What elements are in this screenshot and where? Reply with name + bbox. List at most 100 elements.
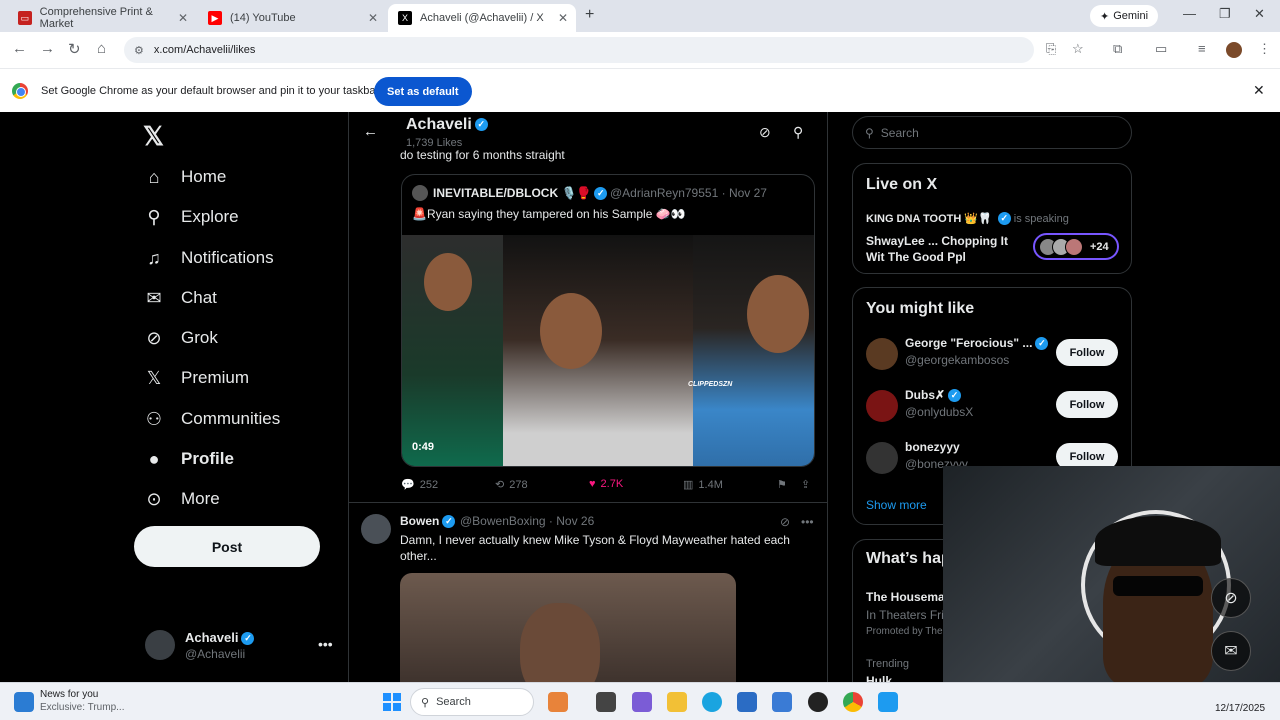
account-name[interactable]: Achaveli ✓ <box>185 630 255 646</box>
tweet-image[interactable] <box>400 573 736 682</box>
sidebar-item-more[interactable]: ⊙ More <box>143 479 219 519</box>
avatar[interactable] <box>361 514 391 544</box>
grok-icon: ⊘ <box>146 327 162 348</box>
grok-icon[interactable]: ⊘ <box>1211 578 1251 618</box>
reload-icon[interactable]: ↻ <box>68 40 81 58</box>
back-arrow-icon[interactable]: ← <box>363 123 378 140</box>
live-space-title[interactable]: ShwayLee ... Chopping It Wit The Good Pp… <box>866 233 1026 265</box>
suggestion-item[interactable]: Dubs✗ ✓ @onlydubsX Follow <box>866 388 1120 428</box>
more-icon[interactable]: ••• <box>801 515 814 529</box>
sidebar-item-notifications[interactable]: ♫ Notifications <box>143 238 273 278</box>
new-tab-button[interactable]: + <box>585 6 594 24</box>
suggestion-name[interactable]: bonezyyy <box>905 440 960 454</box>
bookmark-icon[interactable]: ⚑ <box>777 478 787 491</box>
close-icon[interactable]: ✕ <box>368 11 378 25</box>
streamer-glasses <box>1113 576 1203 596</box>
close-icon[interactable]: ✕ <box>1253 82 1265 99</box>
taskbar-search-label: Search <box>436 696 471 708</box>
outlook-icon[interactable] <box>772 692 792 712</box>
views-button[interactable]: ▥ 1.4M <box>683 478 723 492</box>
trend-title[interactable]: Hulk <box>866 674 892 682</box>
minimize-icon[interactable]: — <box>1183 6 1196 21</box>
x-logo-icon[interactable]: 𝕏 <box>143 121 164 152</box>
home-icon[interactable]: ⌂ <box>97 40 106 57</box>
sidebar-item-explore[interactable]: ⚲ Explore <box>143 197 238 237</box>
like-button[interactable]: ♥ 2.7K <box>589 478 623 490</box>
forward-arrow-icon[interactable]: → <box>40 40 55 57</box>
search-icon[interactable]: ⚲ <box>793 124 803 141</box>
close-icon[interactable]: ✕ <box>558 11 568 25</box>
address-bar[interactable]: ⚙ x.com/Achavelii/likes <box>124 37 1034 63</box>
show-more-link[interactable]: Show more <box>866 498 927 512</box>
grok-icon[interactable]: ⊘ <box>780 515 790 529</box>
app-icon[interactable] <box>878 692 898 712</box>
sidebar-item-chat[interactable]: ✉ Chat <box>143 278 217 318</box>
tab-x-profile[interactable]: X Achaveli (@Achavelii) / X ✕ <box>388 4 576 32</box>
sidebar-icon[interactable]: ▭ <box>1155 41 1167 57</box>
avatar[interactable] <box>866 442 898 474</box>
maximize-icon[interactable]: ❐ <box>1219 6 1231 22</box>
quote-author-name[interactable]: INEVITABLE/DBLOCK 🎙️🥊 ✓ <box>433 186 608 201</box>
news-title[interactable]: News for you <box>40 689 98 700</box>
sidebar-item-premium[interactable]: 𝕏 Premium <box>143 358 249 398</box>
gemini-button[interactable]: ✦ Gemini <box>1090 5 1159 27</box>
copilot-icon[interactable] <box>632 692 652 712</box>
quoted-tweet[interactable]: INEVITABLE/DBLOCK 🎙️🥊 ✓ @AdrianReyn79551 … <box>401 174 815 467</box>
avatar[interactable] <box>145 630 175 660</box>
sidebar-item-label: Chat <box>181 288 217 307</box>
suggestion-item[interactable]: George "Ferocious" ... ✓ @georgekambosos … <box>866 336 1120 376</box>
tweet-text: Damn, I never actually knew Mike Tyson &… <box>400 533 790 563</box>
task-view-icon[interactable] <box>596 692 616 712</box>
edge-icon[interactable] <box>702 692 722 712</box>
tab-print-market[interactable]: ▭ Comprehensive Print & Market ✕ <box>8 4 196 32</box>
video-player[interactable]: CLIPPEDSZN 0:49 <box>402 235 814 466</box>
account-handle: @Achavelii <box>185 647 246 661</box>
set-default-button[interactable]: Set as default <box>374 77 472 106</box>
trend-title[interactable]: The Housemaid <box>866 590 955 604</box>
more-icon[interactable]: ••• <box>318 636 333 652</box>
site-info-icon[interactable]: ⚙ <box>134 44 144 57</box>
window-close-icon[interactable]: ✕ <box>1254 6 1265 22</box>
windows-start-icon[interactable] <box>383 693 401 711</box>
back-arrow-icon[interactable]: ← <box>12 40 27 57</box>
avatar[interactable] <box>866 338 898 370</box>
live-listeners[interactable]: +24 <box>1033 233 1119 260</box>
suggestion-name[interactable]: George "Ferocious" ... ✓ <box>905 336 1049 351</box>
sidebar-item-home[interactable]: ⌂ Home <box>143 157 227 197</box>
news-icon[interactable] <box>14 692 34 712</box>
app-icon[interactable] <box>808 692 828 712</box>
tab-youtube[interactable]: ▶ (14) YouTube ✕ <box>198 4 386 32</box>
chrome-icon[interactable] <box>843 692 863 712</box>
tweet-author-name[interactable]: Bowen ✓ <box>400 514 456 529</box>
listener-count: +24 <box>1090 240 1109 253</box>
taskbar-search[interactable]: ⚲ Search <box>410 688 534 716</box>
sidebar-item-communities[interactable]: ⚇ Communities <box>143 399 280 439</box>
share-icon[interactable]: ⇪ <box>801 478 810 491</box>
extensions-icon[interactable]: ⧉ <box>1113 41 1122 57</box>
post-button[interactable]: Post <box>134 526 320 567</box>
profile-avatar[interactable] <box>1226 42 1242 58</box>
bookmark-star-icon[interactable]: ☆ <box>1072 41 1084 57</box>
search-input[interactable]: ⚲ Search <box>852 116 1132 149</box>
media-icon[interactable]: ≡ <box>1198 41 1206 56</box>
mail-icon[interactable]: ✉ <box>1211 631 1251 671</box>
menu-icon[interactable]: ⋮ <box>1258 41 1271 57</box>
suggestion-name[interactable]: Dubs✗ ✓ <box>905 388 962 403</box>
sidebar-item-profile[interactable]: ● Profile <box>143 439 234 479</box>
follow-button[interactable]: Follow <box>1056 391 1118 418</box>
reply-button[interactable]: 💬 252 <box>401 478 438 492</box>
store-icon[interactable] <box>737 692 757 712</box>
grok-icon[interactable]: ⊘ <box>759 124 771 141</box>
video-panel-middle <box>503 235 693 466</box>
avatar[interactable] <box>866 390 898 422</box>
close-icon[interactable]: ✕ <box>178 11 188 25</box>
trending-label: Trending <box>866 658 910 670</box>
avatar[interactable] <box>412 185 428 201</box>
install-icon[interactable]: ⎘ <box>1046 41 1056 57</box>
sidebar-item-grok[interactable]: ⊘ Grok <box>143 318 217 358</box>
repost-button[interactable]: ⟲ 278 <box>495 478 528 492</box>
file-explorer-icon[interactable] <box>667 692 687 712</box>
app-icon[interactable] <box>548 692 568 712</box>
live-host[interactable]: KING DNA TOOTH 👑🦷 ✓ is speaking <box>866 212 1069 225</box>
follow-button[interactable]: Follow <box>1056 339 1118 366</box>
